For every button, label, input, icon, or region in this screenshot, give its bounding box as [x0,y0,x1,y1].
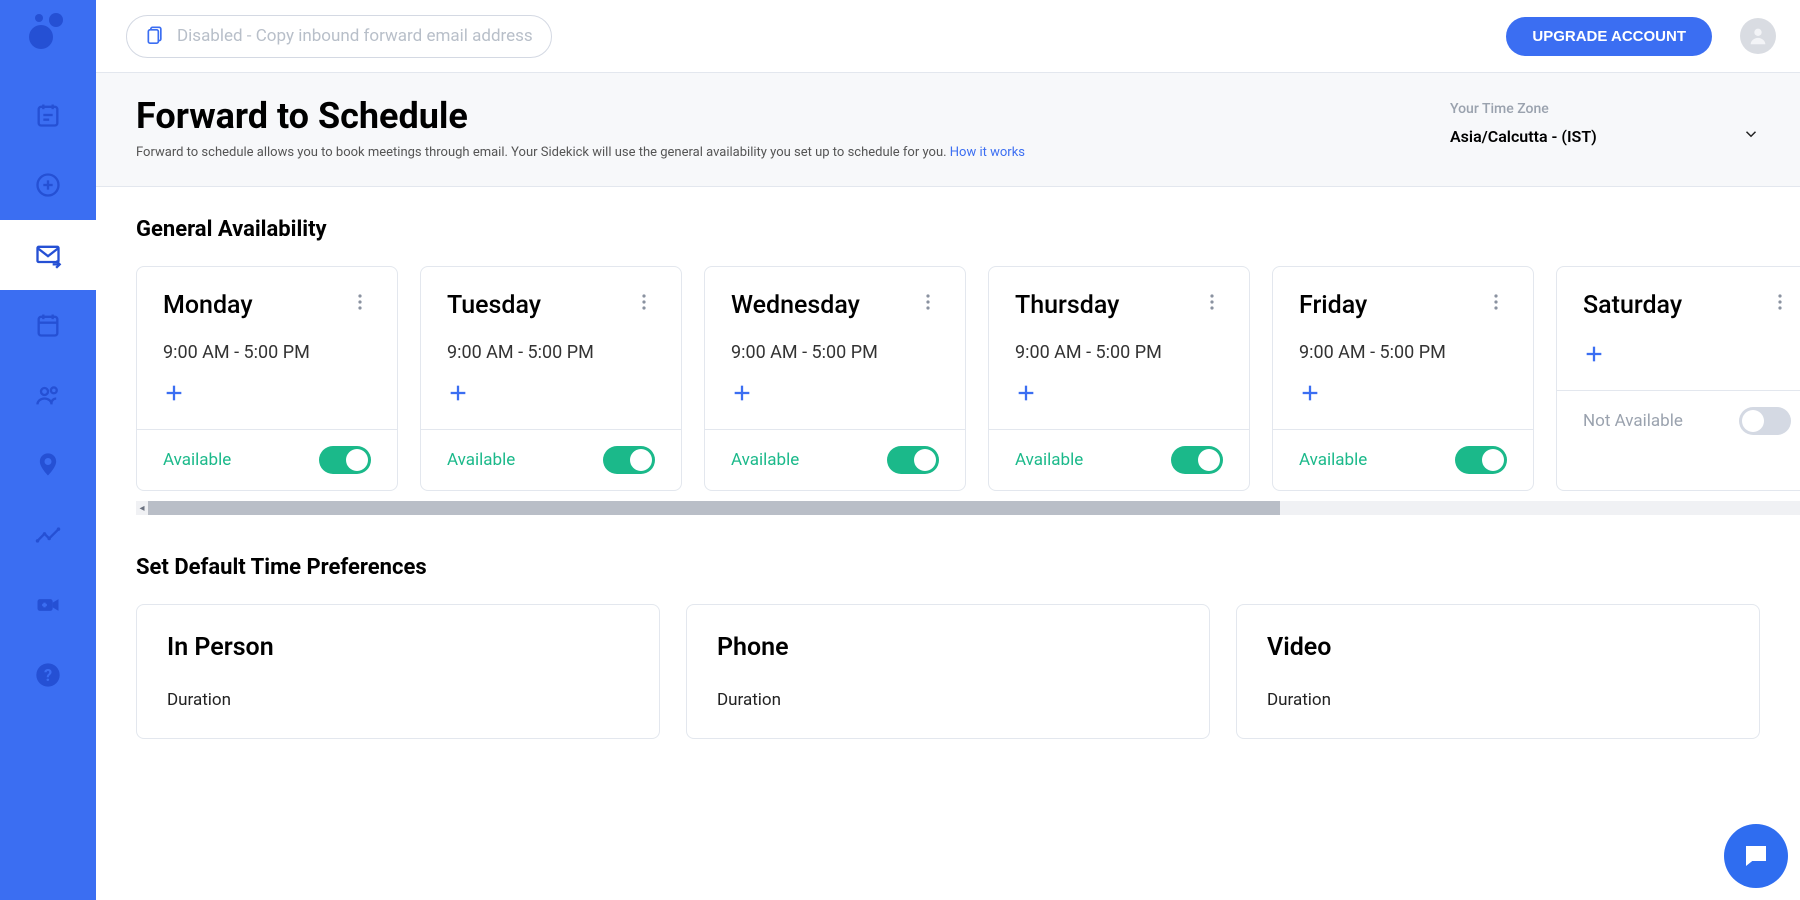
svg-text:?: ? [44,666,52,685]
page-description: Forward to schedule allows you to book m… [136,145,1025,160]
availability-toggle[interactable] [603,446,655,474]
day-name: Thursday [1015,291,1119,320]
upgrade-account-button[interactable]: UPGRADE ACCOUNT [1506,17,1712,56]
availability-toggle[interactable] [887,446,939,474]
pref-duration-label: Duration [717,690,1179,710]
timezone-label: Your Time Zone [1450,101,1760,117]
page-header: Forward to Schedule Forward to schedule … [96,73,1800,187]
default-prefs-title: Set Default Time Preferences [136,555,1800,580]
nav-add-icon[interactable] [0,150,96,220]
pref-card: Video Duration [1236,604,1760,739]
pref-card: Phone Duration [686,604,1210,739]
scrollbar-thumb[interactable] [148,501,1280,515]
prefs-row: In Person Duration Phone Duration Video … [136,604,1800,739]
availability-status: Available [447,450,515,470]
nav-help-icon[interactable]: ? [0,640,96,710]
day-card: Saturday Not Available [1556,266,1800,491]
day-menu-icon[interactable] [633,291,655,313]
add-time-slot-button[interactable] [731,381,759,411]
day-card: Thursday 9:00 AM - 5:00 PM Available [988,266,1250,491]
general-availability-title: General Availability [136,217,1800,242]
pref-title: Video [1267,633,1729,662]
nav-forward-email-icon[interactable] [0,220,96,290]
app-logo [28,10,68,50]
day-time-range: 9:00 AM - 5:00 PM [163,342,371,363]
availability-status: Available [731,450,799,470]
day-card: Friday 9:00 AM - 5:00 PM Available [1272,266,1534,491]
day-menu-icon[interactable] [1769,291,1791,313]
day-card: Tuesday 9:00 AM - 5:00 PM Available [420,266,682,491]
pref-title: Phone [717,633,1179,662]
day-name: Monday [163,291,253,320]
pref-card: In Person Duration [136,604,660,739]
user-avatar[interactable] [1740,18,1776,54]
day-name: Saturday [1583,291,1682,320]
page-title: Forward to Schedule [136,95,1025,137]
timezone-select[interactable]: Asia/Calcutta - (IST) [1450,125,1760,147]
availability-toggle[interactable] [319,446,371,474]
scroll-left-arrow[interactable]: ◂ [136,501,148,515]
chat-fab[interactable] [1724,824,1788,888]
topbar: Disabled - Copy inbound forward email ad… [96,0,1800,73]
horizontal-scrollbar[interactable]: ◂ [136,501,1800,515]
availability-toggle[interactable] [1739,407,1791,435]
copy-email-text: Disabled - Copy inbound forward email ad… [177,26,533,46]
add-time-slot-button[interactable] [1015,381,1043,411]
day-name: Tuesday [447,291,541,320]
clipboard-icon [145,24,165,49]
day-time-range: 9:00 AM - 5:00 PM [1015,342,1223,363]
pref-duration-label: Duration [1267,690,1729,710]
availability-toggle[interactable] [1455,446,1507,474]
day-name: Wednesday [731,291,860,320]
availability-status: Available [1299,450,1367,470]
nav-calendar-icon[interactable] [0,290,96,360]
add-time-slot-button[interactable] [163,381,191,411]
day-card: Wednesday 9:00 AM - 5:00 PM Available [704,266,966,491]
nav-video-add-icon[interactable] [0,570,96,640]
pref-title: In Person [167,633,629,662]
day-menu-icon[interactable] [917,291,939,313]
day-time-range: 9:00 AM - 5:00 PM [731,342,939,363]
add-time-slot-button[interactable] [447,381,475,411]
day-name: Friday [1299,291,1367,320]
chevron-down-icon [1742,125,1760,147]
day-menu-icon[interactable] [349,291,371,313]
availability-toggle[interactable] [1171,446,1223,474]
sidebar: ? [0,0,96,900]
availability-status: Available [163,450,231,470]
nav-location-icon[interactable] [0,430,96,500]
day-card: Monday 9:00 AM - 5:00 PM Available [136,266,398,491]
day-time-range: 9:00 AM - 5:00 PM [1299,342,1507,363]
day-cards-row: Monday 9:00 AM - 5:00 PM Available Tuesd… [136,266,1800,499]
nav-analytics-icon[interactable] [0,500,96,570]
availability-status: Available [1015,450,1083,470]
day-menu-icon[interactable] [1201,291,1223,313]
timezone-value: Asia/Calcutta - (IST) [1450,127,1597,146]
availability-status: Not Available [1583,411,1683,431]
how-it-works-link[interactable]: How it works [950,145,1025,160]
add-time-slot-button[interactable] [1583,342,1611,372]
add-time-slot-button[interactable] [1299,381,1327,411]
nav-notes-icon[interactable] [0,80,96,150]
copy-email-pill[interactable]: Disabled - Copy inbound forward email ad… [126,15,552,58]
nav-people-icon[interactable] [0,360,96,430]
day-time-range: 9:00 AM - 5:00 PM [447,342,655,363]
day-menu-icon[interactable] [1485,291,1507,313]
pref-duration-label: Duration [167,690,629,710]
